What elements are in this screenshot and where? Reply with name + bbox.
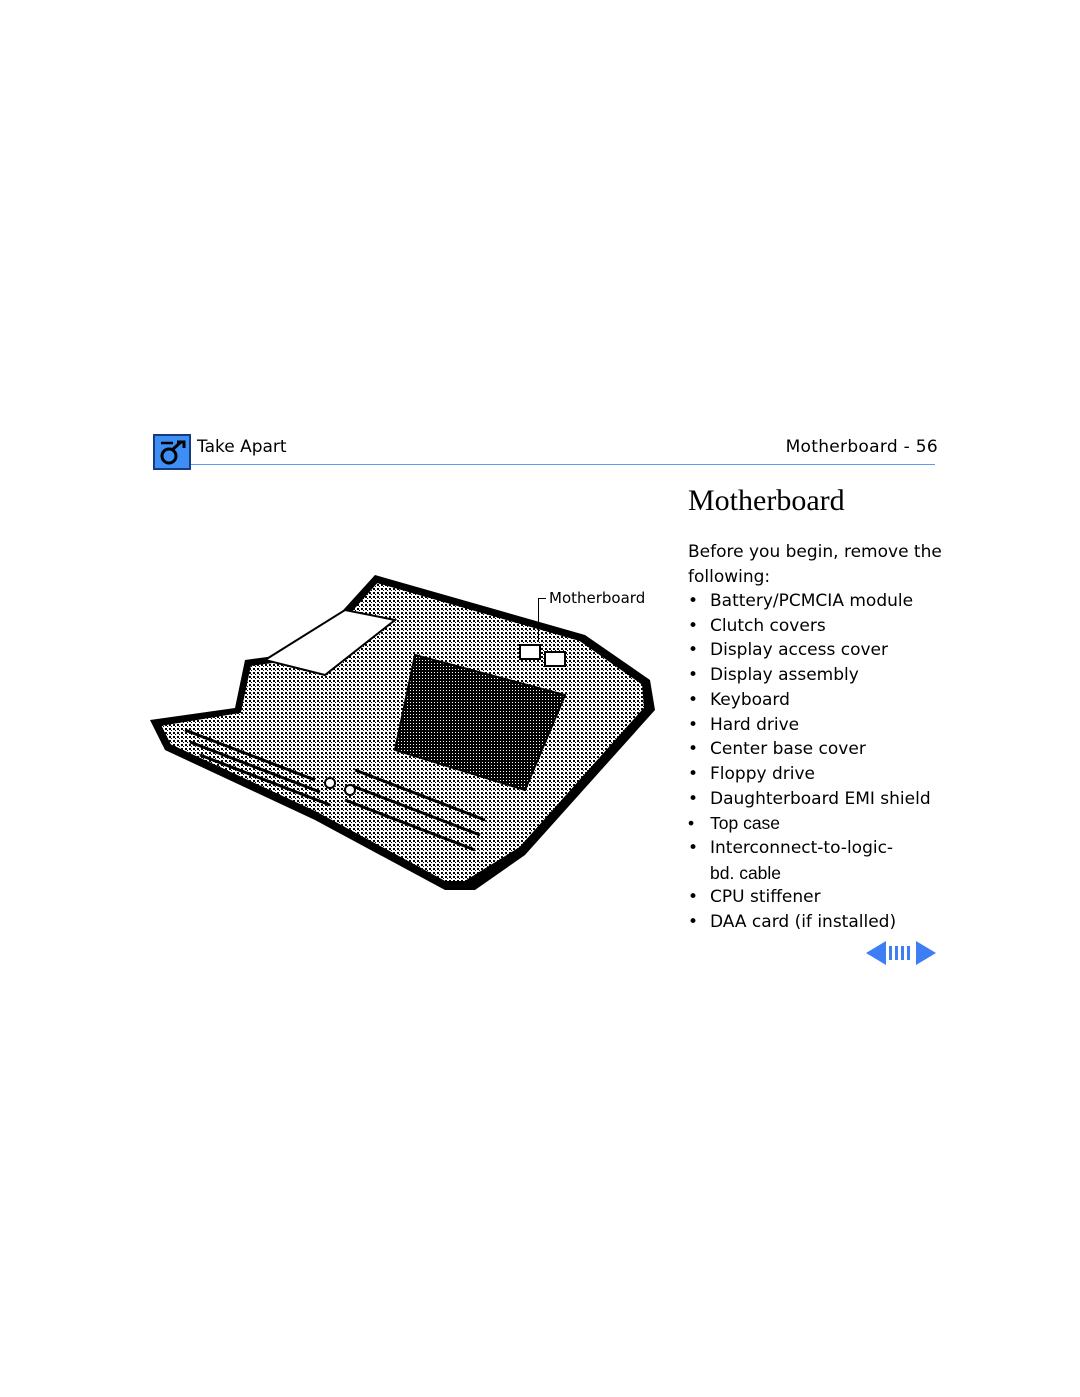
list-item: • Center base cover — [688, 739, 866, 760]
previous-page-arrow-icon[interactable] — [866, 941, 886, 965]
list-item: • DAA card (if installed) — [688, 912, 897, 933]
list-item: • Keyboard — [688, 689, 790, 710]
motherboard-drawing — [150, 575, 655, 890]
apple-wrench-icon — [153, 434, 191, 470]
list-item: • CPU stiffener — [688, 887, 821, 908]
header-section-icon — [153, 434, 191, 470]
page-title: Motherboard — [688, 484, 845, 517]
list-item: • Top case — [688, 813, 781, 834]
callout-label: Motherboard — [549, 589, 646, 607]
list-item: • Daughterboard EMI shield — [688, 788, 931, 809]
page-index-icon[interactable] — [889, 946, 910, 960]
callout-leader — [538, 598, 546, 599]
page-label: Motherboard - 56 — [785, 437, 938, 457]
list-item: • Floppy drive — [688, 763, 815, 784]
header-divider — [191, 464, 935, 465]
list-item: • Hard drive — [688, 714, 800, 735]
next-page-arrow-icon[interactable] — [916, 941, 936, 965]
callout-leader — [538, 598, 539, 640]
removal-list: • Battery/PCMCIA module • Clutch covers • D… — [688, 589, 931, 935]
section-title: Take Apart — [197, 437, 287, 457]
motherboard-illustration — [145, 560, 665, 900]
list-item-continuation: bd. cable — [710, 862, 782, 883]
list-item: • Display access cover — [688, 640, 889, 661]
list-item: • Clutch covers — [688, 615, 826, 636]
list-item: • Interconnect-to-logic- — [688, 838, 894, 859]
intro-text: Before you begin, remove the following: — [688, 542, 942, 587]
page-navigation — [866, 941, 936, 965]
list-item: • Battery/PCMCIA module — [688, 591, 914, 611]
list-item: • Display assembly — [688, 665, 859, 686]
